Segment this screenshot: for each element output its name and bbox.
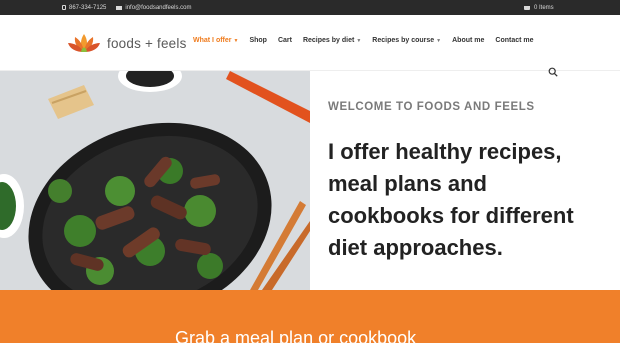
cta-heading[interactable]: Grab a meal plan or cookbook xyxy=(175,328,416,343)
chevron-down-icon: ▼ xyxy=(436,37,442,44)
main-nav: What I offer ▼ Shop Cart Recipes by diet ▼ Rec… xyxy=(193,37,534,44)
nav-item-label: Recipes by course xyxy=(372,37,435,44)
hero-food-image xyxy=(0,71,310,290)
welcome-heading: WELCOME TO FOODS AND FEELS xyxy=(328,101,535,113)
search-icon[interactable] xyxy=(548,67,558,77)
site-logo[interactable]: foods + feels xyxy=(66,32,187,54)
nav-item-about-me[interactable]: About me xyxy=(452,37,484,44)
nav-item-label: Recipes by diet xyxy=(302,37,355,44)
phone-number: 867-334-7125 xyxy=(69,4,107,11)
chevron-down-icon: ▼ xyxy=(356,37,362,44)
contact-info: 867-334-7125 info@foodsandfeels.com xyxy=(62,5,192,11)
nav-item-recipes-by-diet[interactable]: Recipes by diet ▼ xyxy=(303,37,361,44)
mail-icon xyxy=(116,5,123,10)
beef-broccoli-photo xyxy=(0,71,310,290)
cart-count: 0 Items xyxy=(534,4,554,11)
nav-item-label: Cart xyxy=(277,37,292,44)
site-header: foods + feels What I offer ▼ Shop Cart Recip… xyxy=(0,15,620,71)
lotus-logo-icon xyxy=(68,34,100,52)
nav-item-label: What I offer xyxy=(193,37,232,44)
nav-item-cart[interactable]: Cart xyxy=(278,37,292,44)
top-bar: 867-334-7125 info@foodsandfeels.com 0 It… xyxy=(0,0,620,15)
brand-name: foods + feels xyxy=(107,35,187,51)
nav-item-shop[interactable]: Shop xyxy=(249,37,267,44)
hero-headline: I offer healthy recipes, meal plans and … xyxy=(328,139,574,260)
email-link[interactable]: info@foodsandfeels.com xyxy=(116,4,192,11)
cart-link[interactable]: 0 Items xyxy=(524,5,554,11)
cart-icon xyxy=(524,5,530,10)
nav-item-contact-me[interactable]: Contact me xyxy=(495,37,533,44)
nav-item-label: Contact me xyxy=(495,37,534,44)
phone-icon xyxy=(62,5,66,10)
nav-item-label: About me xyxy=(452,37,485,44)
nav-item-label: Shop xyxy=(249,37,267,44)
chevron-down-icon: ▼ xyxy=(233,37,239,44)
nav-item-what-i-offer[interactable]: What I offer ▼ xyxy=(193,37,238,44)
nav-item-recipes-by-course[interactable]: Recipes by course ▼ xyxy=(372,37,441,44)
email-address: info@foodsandfeels.com xyxy=(125,4,192,11)
phone-link[interactable]: 867-334-7125 xyxy=(62,5,106,11)
cta-band: Grab a meal plan or cookbook xyxy=(0,290,620,343)
